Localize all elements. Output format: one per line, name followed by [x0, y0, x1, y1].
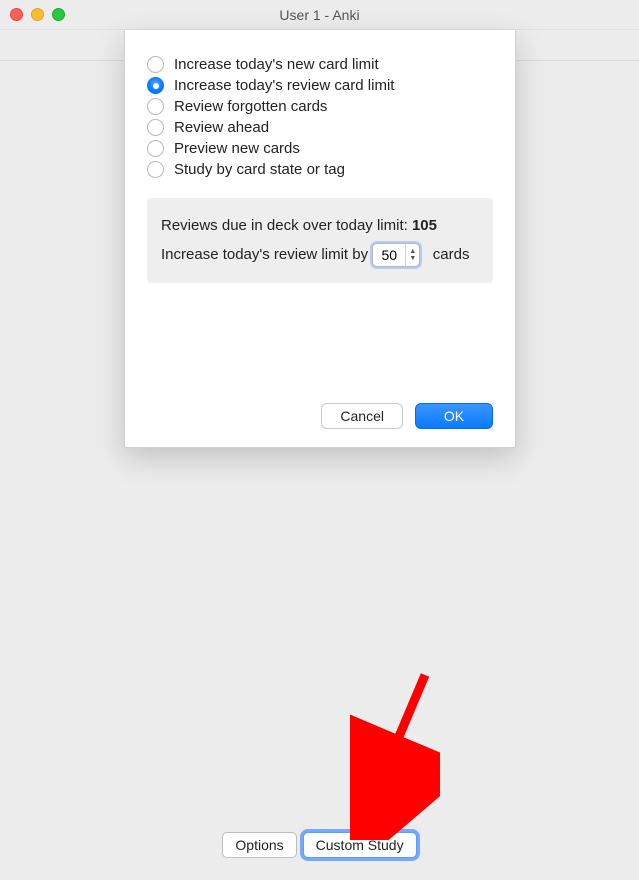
custom-study-button-label: Custom Study: [316, 837, 404, 853]
radio-option-state-tag[interactable]: Study by card state or tag: [147, 159, 493, 180]
minimize-icon[interactable]: [31, 8, 44, 21]
increase-label-suffix: cards: [433, 246, 470, 263]
radio-option-forgotten[interactable]: Review forgotten cards: [147, 96, 493, 117]
increase-label-prefix: Increase today's review limit by: [161, 246, 368, 263]
radio-option-increase-review[interactable]: Increase today's review card limit: [147, 75, 493, 96]
options-panel: Reviews due in deck over today limit: 10…: [147, 198, 493, 283]
radio-label: Review ahead: [174, 119, 269, 136]
radio-label: Review forgotten cards: [174, 98, 327, 115]
radio-icon: [147, 119, 164, 136]
custom-study-dialog: Increase today's new card limit Increase…: [124, 30, 516, 448]
radio-label: Study by card state or tag: [174, 161, 345, 178]
close-icon[interactable]: [10, 8, 23, 21]
dialog-button-row: Cancel OK: [147, 403, 493, 429]
custom-study-button[interactable]: Custom Study: [303, 832, 417, 858]
radio-icon: [147, 56, 164, 73]
radio-icon: [147, 98, 164, 115]
deck-bottom-button-row: Options Custom Study: [0, 832, 639, 858]
chevron-up-icon[interactable]: ▲: [409, 248, 416, 255]
radio-label: Preview new cards: [174, 140, 300, 157]
stepper-arrows[interactable]: ▲ ▼: [405, 244, 419, 266]
increase-stepper[interactable]: ▲ ▼: [372, 243, 420, 267]
window-title: User 1 - Anki: [279, 7, 359, 23]
ok-button-label: OK: [444, 408, 464, 424]
increase-input[interactable]: [373, 244, 405, 266]
radio-label: Increase today's review card limit: [174, 77, 394, 94]
annotation-arrow-icon: [350, 670, 440, 840]
radio-icon: [147, 77, 164, 94]
study-type-radio-group: Increase today's new card limit Increase…: [147, 54, 493, 180]
radio-label: Increase today's new card limit: [174, 56, 379, 73]
options-button[interactable]: Options: [222, 832, 296, 858]
window-titlebar: User 1 - Anki: [0, 0, 639, 30]
options-button-label: Options: [235, 837, 283, 853]
due-line: Reviews due in deck over today limit: 10…: [161, 212, 479, 241]
radio-option-preview-new[interactable]: Preview new cards: [147, 138, 493, 159]
cancel-button-label: Cancel: [340, 408, 384, 424]
due-label: Reviews due in deck over today limit:: [161, 217, 412, 234]
zoom-icon[interactable]: [52, 8, 65, 21]
radio-icon: [147, 161, 164, 178]
due-value: 105: [412, 217, 437, 234]
increase-line: Increase today's review limit by ▲ ▼ car…: [161, 241, 479, 270]
window-controls: [10, 8, 65, 21]
ok-button[interactable]: OK: [415, 403, 493, 429]
radio-option-increase-new[interactable]: Increase today's new card limit: [147, 54, 493, 75]
chevron-down-icon[interactable]: ▼: [409, 255, 416, 262]
cancel-button[interactable]: Cancel: [321, 403, 403, 429]
radio-option-ahead[interactable]: Review ahead: [147, 117, 493, 138]
radio-icon: [147, 140, 164, 157]
